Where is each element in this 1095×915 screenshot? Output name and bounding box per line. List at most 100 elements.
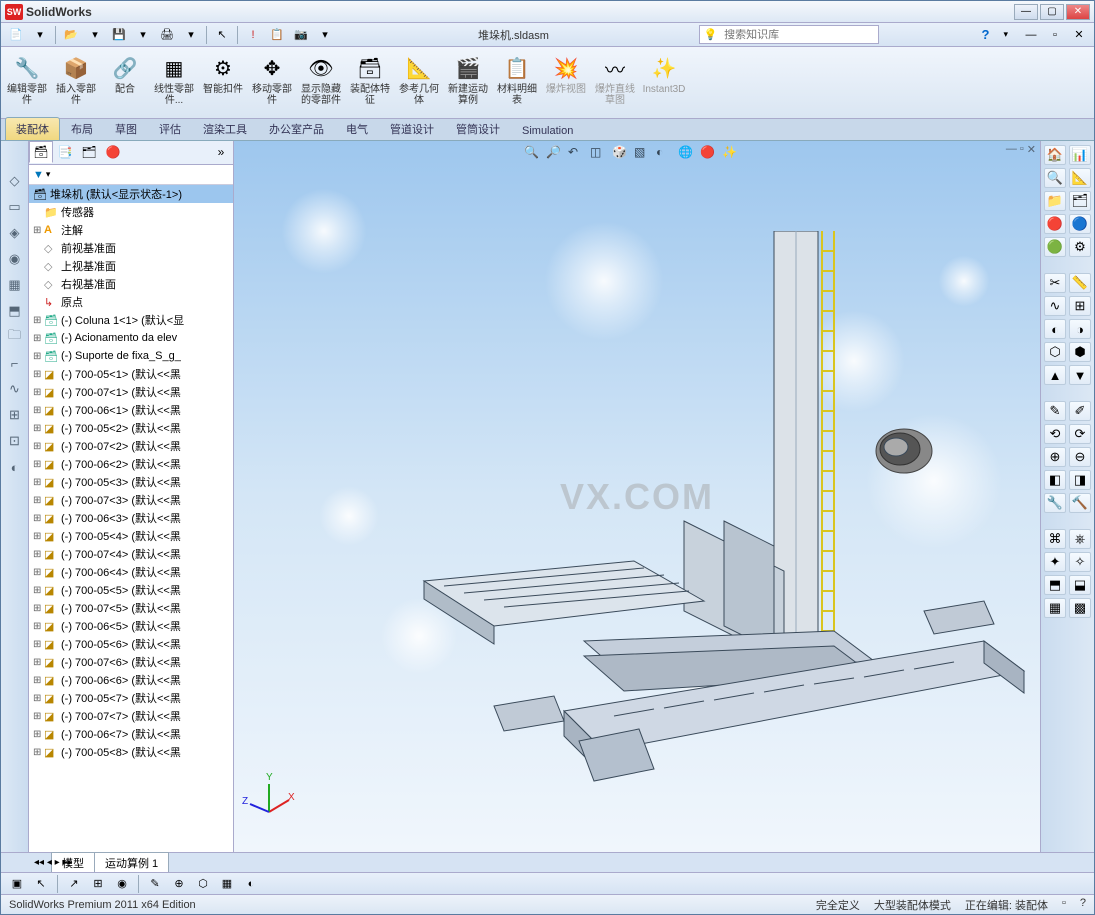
tree-item[interactable]: ⊞◪(-) 700-05<1> (默认<<黑 [29, 365, 233, 383]
tree-item[interactable]: ⊞◪(-) 700-06<6> (默认<<黑 [29, 671, 233, 689]
rb-icon[interactable]: ⊞ [1069, 296, 1091, 316]
command-tab[interactable]: 装配体 [5, 117, 60, 140]
rb-icon[interactable]: ⟳ [1069, 424, 1091, 444]
zoom-area-icon[interactable]: 🔎 [546, 145, 566, 165]
new-button[interactable]: 📄 [5, 25, 27, 45]
view-orient-icon[interactable]: 🎲 [612, 145, 632, 165]
expand-icon[interactable]: ⊞ [33, 225, 44, 236]
rb-icon[interactable]: ∿ [1044, 296, 1066, 316]
appearance-icon[interactable]: 🔴 [700, 145, 720, 165]
expand-icon[interactable]: ⊞ [33, 315, 44, 326]
tree-item[interactable]: ◇上视基准面 [29, 257, 233, 275]
scene-icon[interactable]: 🌐 [678, 145, 698, 165]
rb-icon[interactable]: ⊖ [1069, 447, 1091, 467]
lb-icon[interactable]: ◇ [5, 171, 25, 191]
lb-icon[interactable]: ▦ [5, 275, 25, 295]
sb-icon[interactable]: ↖ [31, 875, 51, 893]
expand-icon[interactable]: ⊞ [33, 747, 44, 758]
minimize-button[interactable]: — [1014, 4, 1038, 20]
mdi-restore-button[interactable]: — [1020, 25, 1042, 45]
tree-item[interactable]: ⊞◪(-) 700-07<4> (默认<<黑 [29, 545, 233, 563]
rb-icon[interactable]: ✐ [1069, 401, 1091, 421]
open-button[interactable]: 📂 [60, 25, 82, 45]
3d-viewport[interactable]: 🔍 🔎 ↶ ◫ 🎲 ▧ ◐ 🌐 🔴 ✨ — ▫ ✕ [234, 141, 1040, 852]
tree-item[interactable]: ⊞◪(-) 700-05<8> (默认<<黑 [29, 743, 233, 761]
status-help-icon[interactable]: ? [1080, 897, 1086, 913]
lb-icon[interactable]: ◉ [5, 249, 25, 269]
mdi-max-button[interactable]: ▫ [1044, 25, 1066, 45]
tree-item[interactable]: ⊞◪(-) 700-05<4> (默认<<黑 [29, 527, 233, 545]
close-button[interactable]: ✕ [1066, 4, 1090, 20]
rb-icon[interactable]: ◧ [1044, 470, 1066, 490]
rb-icon[interactable]: ◨ [1069, 470, 1091, 490]
ribbon-button[interactable]: 🔧编辑零部件 [3, 49, 51, 115]
rb-icon[interactable]: ▼ [1069, 365, 1091, 385]
expand-icon[interactable]: ⊞ [33, 531, 44, 542]
prev-view-icon[interactable]: ↶ [568, 145, 588, 165]
expand-icon[interactable]: ⊞ [33, 729, 44, 740]
help-dropdown-icon[interactable]: ▾ [1003, 29, 1008, 40]
expand-icon[interactable] [33, 207, 44, 218]
expand-icon[interactable]: ⊞ [33, 369, 44, 380]
rb-icon[interactable]: ▦ [1044, 598, 1066, 618]
tree-item[interactable]: ⊞◪(-) 700-06<3> (默认<<黑 [29, 509, 233, 527]
expand-icon[interactable]: ⊞ [33, 387, 44, 398]
rb-icon[interactable]: ⬢ [1069, 342, 1091, 362]
rb-icon[interactable]: 🗂 [1069, 191, 1091, 211]
lb-icon[interactable]: ▭ [5, 197, 25, 217]
command-tab[interactable]: 评估 [148, 117, 192, 140]
rebuild-button[interactable]: ! [242, 25, 264, 45]
expand-icon[interactable]: ⊞ [33, 459, 44, 470]
dropdown-icon[interactable]: ▾ [132, 25, 154, 45]
dropdown-icon[interactable]: ▾ [314, 25, 336, 45]
rb-icon[interactable]: ⌘ [1044, 529, 1066, 549]
vp-min-icon[interactable]: — [1006, 143, 1017, 156]
expand-icon[interactable]: ⊞ [33, 621, 44, 632]
tree-item[interactable]: ⊞🗃(-) Acionamento da elev [29, 329, 233, 347]
rb-icon[interactable]: 📁 [1044, 191, 1066, 211]
section-icon[interactable]: ◫ [590, 145, 610, 165]
rb-icon[interactable]: 🏠 [1044, 145, 1066, 165]
rb-icon[interactable]: 📊 [1069, 145, 1091, 165]
ribbon-button[interactable]: 📦插入零部件 [52, 49, 100, 115]
rb-icon[interactable]: ⬡ [1044, 342, 1066, 362]
tree-item[interactable]: ⊞🗃(-) Coluna 1<1> (默认<显 [29, 311, 233, 329]
expand-icon[interactable]: ⊞ [33, 351, 44, 362]
ribbon-button[interactable]: 📐参考几何体 [395, 49, 443, 115]
rb-icon[interactable]: 🟢 [1044, 237, 1066, 257]
rb-icon[interactable]: ✧ [1069, 552, 1091, 572]
expand-icon[interactable]: ⊞ [33, 513, 44, 524]
command-tab[interactable]: 电气 [335, 117, 379, 140]
expand-icon[interactable]: ⊞ [33, 477, 44, 488]
tree-item[interactable]: ⊞◪(-) 700-06<4> (默认<<黑 [29, 563, 233, 581]
rb-icon[interactable]: ▲ [1044, 365, 1066, 385]
lb-icon[interactable]: ∿ [5, 379, 25, 399]
tree-item[interactable]: ⊞◪(-) 700-05<6> (默认<<黑 [29, 635, 233, 653]
ribbon-button[interactable]: 🎬新建运动算例 [444, 49, 492, 115]
tree-item[interactable]: ⊞A注解 [29, 221, 233, 239]
tree-item[interactable]: ◇前视基准面 [29, 239, 233, 257]
tree-tab-config[interactable]: 📑 [53, 141, 77, 163]
lb-icon[interactable]: ⬒ [5, 301, 25, 321]
ribbon-button[interactable]: 🔗配合 [101, 49, 149, 115]
expand-icon[interactable] [33, 243, 44, 254]
tree-item[interactable]: ⊞◪(-) 700-06<2> (默认<<黑 [29, 455, 233, 473]
tree-item[interactable]: 📁传感器 [29, 203, 233, 221]
ribbon-button[interactable]: ▦线性零部件... [150, 49, 198, 115]
tree-item[interactable]: ⊞◪(-) 700-05<5> (默认<<黑 [29, 581, 233, 599]
sb-icon[interactable]: ▦ [217, 875, 237, 893]
vp-restore-icon[interactable]: ▫ [1020, 143, 1024, 156]
render-icon[interactable]: ✨ [722, 145, 742, 165]
ribbon-button[interactable]: 💥爆炸视图 [542, 49, 590, 115]
rb-icon[interactable]: ⎈ [1069, 529, 1091, 549]
search-box[interactable]: 💡 [699, 25, 879, 44]
command-tab[interactable]: 草图 [104, 117, 148, 140]
status-unit-icon[interactable]: ▫ [1062, 897, 1066, 913]
rb-icon[interactable]: ▩ [1069, 598, 1091, 618]
rb-icon[interactable]: ✂ [1044, 273, 1066, 293]
rb-icon[interactable]: 🔍 [1044, 168, 1066, 188]
rb-icon[interactable]: ⟲ [1044, 424, 1066, 444]
tree-item[interactable]: ⊞◪(-) 700-07<6> (默认<<黑 [29, 653, 233, 671]
ribbon-button[interactable]: 🗃装配体特征 [346, 49, 394, 115]
rb-icon[interactable]: 🔵 [1069, 214, 1091, 234]
